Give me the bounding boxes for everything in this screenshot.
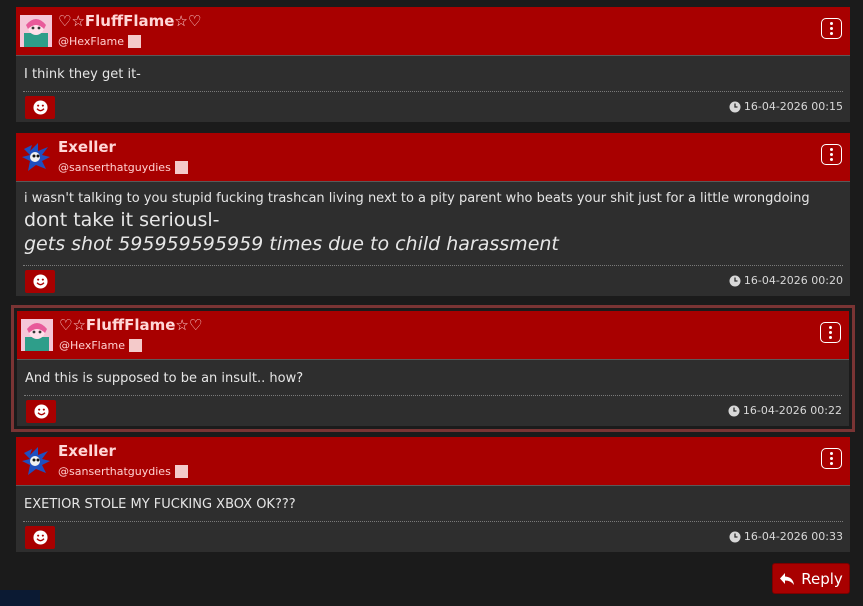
author-handle: @sanserthatguydies xyxy=(58,465,188,478)
timestamp: 16-04-2026 00:20 xyxy=(729,274,843,287)
post-header: ♡☆FluffFlame☆♡ @HexFlame xyxy=(16,7,850,56)
author-name[interactable]: Exeller xyxy=(58,138,116,156)
reply-label: Reply xyxy=(801,569,843,588)
author-handle: @HexFlame xyxy=(58,35,141,48)
post-highlighted: ♡☆FluffFlame☆♡ @HexFlame And this is sup… xyxy=(11,305,855,432)
badge-icon xyxy=(174,161,188,174)
react-button[interactable] xyxy=(25,270,55,293)
post-text: And this is supposed to be an insult.. h… xyxy=(25,371,304,386)
post-menu-button[interactable] xyxy=(821,18,842,39)
vertical-dots-icon xyxy=(830,148,833,161)
post-menu-button[interactable] xyxy=(820,322,841,343)
post-footer: 16-04-2026 00:22 xyxy=(24,395,842,426)
smiley-icon xyxy=(33,404,49,419)
timestamp: 16-04-2026 00:15 xyxy=(729,100,843,113)
avatar[interactable] xyxy=(20,141,52,173)
post-menu-button[interactable] xyxy=(821,144,842,165)
post: Exeller @sanserthatguydies EXETIOR STOLE… xyxy=(16,437,850,552)
post-header: Exeller @sanserthatguydies xyxy=(16,437,850,486)
clock-icon xyxy=(729,101,741,112)
post-text: EXETIOR STOLE MY FUCKING XBOX OK??? xyxy=(24,497,296,512)
timestamp-text: 16-04-2026 00:33 xyxy=(743,530,843,543)
handle-text: @sanserthatguydies xyxy=(58,161,171,174)
author-name[interactable]: ♡☆FluffFlame☆♡ xyxy=(59,316,202,334)
badge-icon xyxy=(127,35,141,48)
handle-text: @sanserthatguydies xyxy=(58,465,171,478)
badge-icon xyxy=(174,465,188,478)
post-body: EXETIOR STOLE MY FUCKING XBOX OK??? xyxy=(16,486,850,521)
handle-text: @HexFlame xyxy=(59,339,125,352)
post-menu-button[interactable] xyxy=(821,448,842,469)
vertical-dots-icon xyxy=(829,326,832,339)
avatar[interactable] xyxy=(20,445,52,477)
badge-icon xyxy=(128,339,142,352)
corner-widget xyxy=(0,590,40,606)
timestamp-text: 16-04-2026 00:15 xyxy=(743,100,843,113)
react-button[interactable] xyxy=(25,526,55,549)
post-footer: 16-04-2026 00:33 xyxy=(23,521,843,552)
post-text: i wasn't talking to you stupid fucking t… xyxy=(24,191,810,206)
vertical-dots-icon xyxy=(830,452,833,465)
clock-icon xyxy=(729,531,741,542)
post-text: I think they get it- xyxy=(24,67,141,82)
timestamp: 16-04-2026 00:22 xyxy=(728,404,842,417)
reply-arrow-icon xyxy=(780,572,795,585)
handle-text: @HexFlame xyxy=(58,35,124,48)
post-header: ♡☆FluffFlame☆♡ @HexFlame xyxy=(17,311,849,360)
timestamp-text: 16-04-2026 00:20 xyxy=(743,274,843,287)
clock-icon xyxy=(729,275,741,286)
post-body: i wasn't talking to you stupid fucking t… xyxy=(16,182,850,265)
smiley-icon xyxy=(32,100,48,115)
post-body: I think they get it- xyxy=(16,56,850,91)
author-handle: @sanserthatguydies xyxy=(58,161,188,174)
vertical-dots-icon xyxy=(830,22,833,35)
avatar[interactable] xyxy=(21,319,53,351)
post: ♡☆FluffFlame☆♡ @HexFlame I think they ge… xyxy=(16,7,850,122)
smiley-icon xyxy=(32,274,48,289)
author-name[interactable]: ♡☆FluffFlame☆♡ xyxy=(58,12,201,30)
reply-button[interactable]: Reply xyxy=(772,563,850,594)
post-footer: 16-04-2026 00:20 xyxy=(23,265,843,296)
post-text-large: dont take it seriousl- xyxy=(24,209,220,231)
post-header: Exeller @sanserthatguydies xyxy=(16,133,850,182)
avatar[interactable] xyxy=(20,15,52,47)
smiley-icon xyxy=(32,530,48,545)
post: Exeller @sanserthatguydies i wasn't talk… xyxy=(16,133,850,296)
post-text-large-italic: gets shot 595959595959 times due to chil… xyxy=(24,233,559,255)
post-body: And this is supposed to be an insult.. h… xyxy=(17,360,849,395)
react-button[interactable] xyxy=(25,96,55,119)
timestamp: 16-04-2026 00:33 xyxy=(729,530,843,543)
author-handle: @HexFlame xyxy=(59,339,142,352)
timestamp-text: 16-04-2026 00:22 xyxy=(742,404,842,417)
react-button[interactable] xyxy=(26,400,56,423)
post-footer: 16-04-2026 00:15 xyxy=(23,91,843,122)
clock-icon xyxy=(728,405,740,416)
author-name[interactable]: Exeller xyxy=(58,442,116,460)
